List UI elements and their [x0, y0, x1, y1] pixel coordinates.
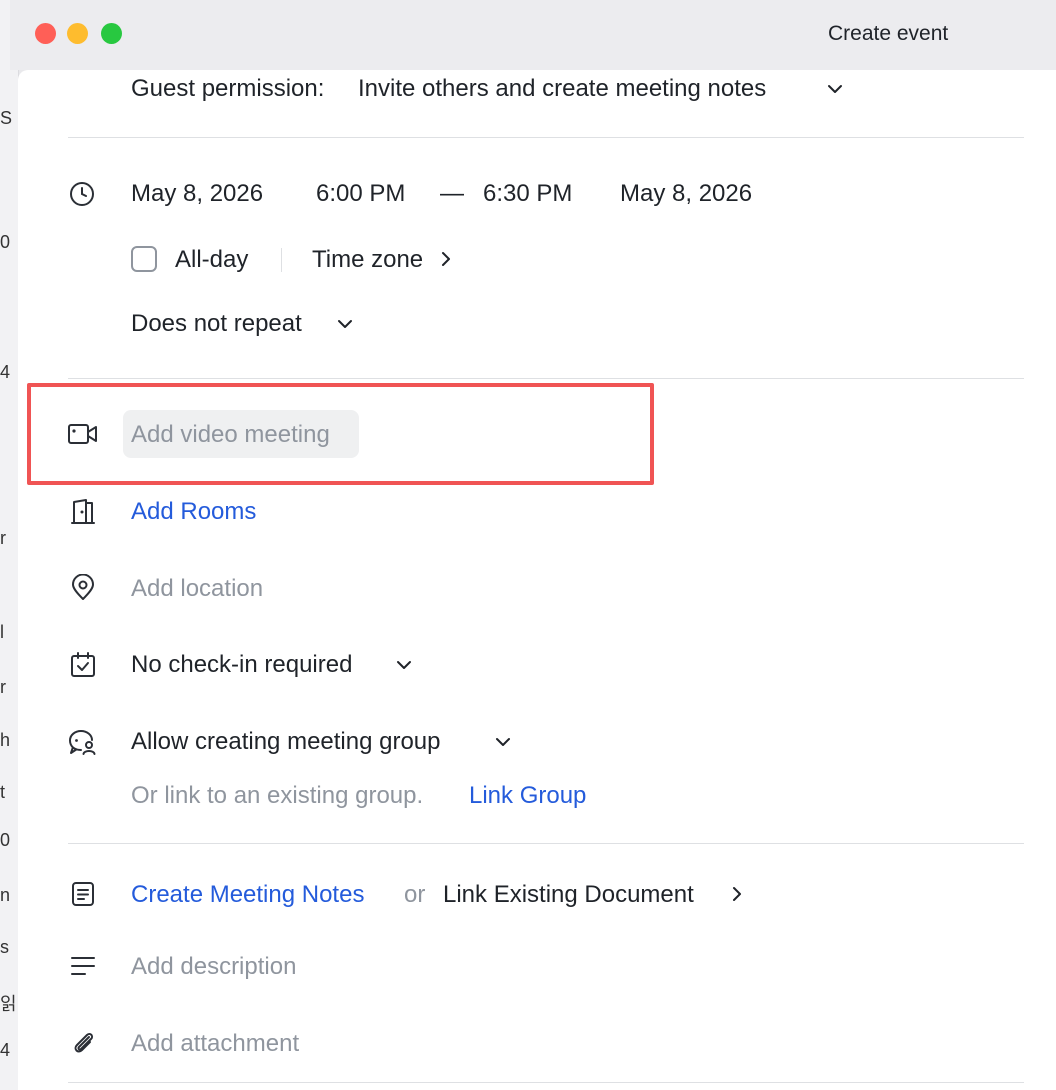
- divider: [68, 1082, 1024, 1083]
- location-pin-icon: [72, 574, 94, 600]
- time-range-dash: —: [440, 180, 464, 207]
- chevron-right-icon[interactable]: [729, 885, 745, 903]
- link-group-link[interactable]: Link Group: [469, 782, 586, 810]
- background-text: n: [0, 885, 11, 905]
- highlight-box: [27, 383, 654, 485]
- guest-permission-value[interactable]: Invite others and create meeting notes: [358, 75, 766, 103]
- zoom-window-button[interactable]: [101, 23, 122, 44]
- link-group-hint: Or link to an existing group.: [131, 782, 424, 809]
- start-time[interactable]: 6:00 PM: [316, 180, 405, 208]
- divider: [68, 378, 1024, 379]
- chevron-down-icon[interactable]: [395, 656, 413, 674]
- end-date[interactable]: May 8, 2026: [620, 180, 752, 208]
- window-title: Create event: [828, 22, 949, 45]
- calendar-check-icon: [71, 652, 95, 677]
- text-lines-icon: [71, 957, 95, 975]
- all-day-checkbox[interactable]: [131, 246, 157, 272]
- create-meeting-notes-link[interactable]: Create Meeting Notes: [131, 881, 364, 909]
- repeat-select[interactable]: Does not repeat: [131, 310, 302, 338]
- chat-group-icon: [68, 729, 96, 755]
- guest-permission-label: Guest permission:: [131, 75, 325, 102]
- background-text: 4: [0, 362, 11, 382]
- link-existing-document-button[interactable]: Link Existing Document: [443, 881, 694, 909]
- add-attachment-button[interactable]: Add attachment: [131, 1030, 299, 1058]
- add-rooms-link[interactable]: Add Rooms: [131, 498, 256, 526]
- document-icon: [72, 882, 94, 906]
- background-text: r: [0, 528, 6, 548]
- background-text: 읽: [0, 994, 17, 1014]
- chevron-down-icon[interactable]: [494, 733, 512, 751]
- background-text: s: [0, 937, 9, 957]
- window-titlebar[interactable]: Create event: [10, 0, 1056, 70]
- meeting-group-select[interactable]: Allow creating meeting group: [131, 728, 441, 756]
- background-text: 0: [0, 830, 11, 850]
- end-time[interactable]: 6:30 PM: [483, 180, 572, 208]
- all-day-label[interactable]: All-day: [175, 246, 248, 274]
- minimize-window-button[interactable]: [67, 23, 88, 44]
- door-icon: [71, 499, 95, 524]
- time-zone-button[interactable]: Time zone: [312, 246, 423, 274]
- vertical-divider: [281, 248, 282, 272]
- background-window-edge: S 0 4 r l r h t 0 n s 읽 4: [0, 0, 19, 1090]
- start-date[interactable]: May 8, 2026: [131, 180, 263, 208]
- background-text: 0: [0, 232, 11, 252]
- background-text: h: [0, 730, 11, 750]
- divider: [68, 843, 1024, 844]
- clock-icon: [70, 182, 94, 206]
- background-text: t: [0, 782, 6, 802]
- background-text: l: [0, 622, 4, 642]
- or-text: or: [404, 881, 426, 908]
- add-location-input[interactable]: Add location: [131, 575, 263, 603]
- add-description-input[interactable]: Add description: [131, 953, 296, 981]
- chevron-right-icon[interactable]: [438, 250, 454, 268]
- chevron-down-icon[interactable]: [336, 315, 354, 333]
- paperclip-icon: [74, 1032, 94, 1053]
- chevron-down-icon[interactable]: [826, 80, 844, 98]
- close-window-button[interactable]: [35, 23, 56, 44]
- check-in-select[interactable]: No check-in required: [131, 651, 352, 679]
- background-text: r: [0, 677, 6, 697]
- background-text: S: [0, 108, 13, 128]
- divider: [68, 137, 1024, 138]
- background-text: 4: [0, 1040, 11, 1060]
